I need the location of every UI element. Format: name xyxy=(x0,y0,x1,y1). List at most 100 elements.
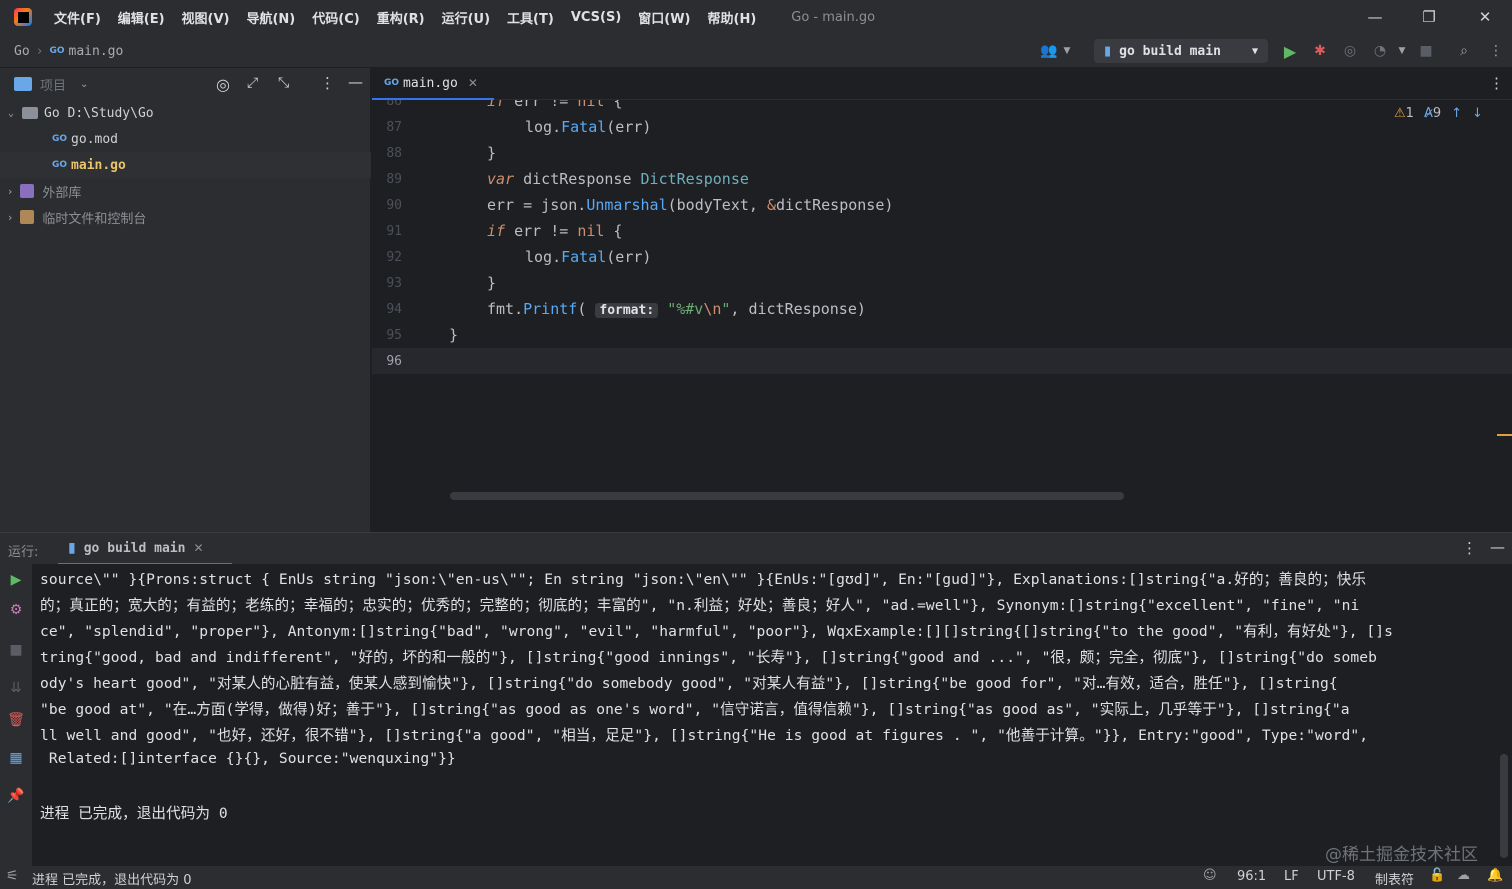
tab-main-go[interactable]: GO main.go ✕ xyxy=(372,68,494,100)
ai-assistant-icon[interactable]: ☺ xyxy=(1203,868,1217,883)
code-with-me-icon[interactable]: 👥 xyxy=(1040,42,1058,60)
code-text: var dictResponse DictResponse xyxy=(487,170,749,188)
menu-file[interactable]: 文件(F) xyxy=(54,8,101,27)
tree-item-label: 外部库 xyxy=(42,185,82,201)
run-config-label: go build main xyxy=(1119,43,1221,59)
tree-item-scratches[interactable]: › 临时文件和控制台 xyxy=(0,204,371,230)
tree-item-go-mod[interactable]: GO go.mod xyxy=(0,126,371,152)
code-line: 87 log.Fatal(err) xyxy=(386,118,652,136)
notifications-icon[interactable]: 🔔 xyxy=(1487,868,1503,883)
stop-icon[interactable]: ■ xyxy=(8,642,24,658)
chevron-down-icon[interactable]: ⌄ xyxy=(80,79,88,90)
profiler-icon[interactable]: ◔ xyxy=(1371,42,1389,60)
search-everywhere-icon[interactable]: ⌕ xyxy=(1455,42,1473,60)
tab-go-build-main[interactable]: ▮ go build main ✕ xyxy=(58,533,232,565)
tree-item-main-go[interactable]: GO main.go xyxy=(0,152,371,178)
menu-help[interactable]: 帮助(H) xyxy=(708,8,757,27)
console-output-line: tring{"good, bad and indifferent", "好的，坏… xyxy=(40,649,1377,666)
status-bar: ⚟ 进程 已完成，退出代码为 0 ☺ 96:1 LF UTF-8 制表符 🔓 ☁… xyxy=(0,866,1512,889)
watermark: @稀土掘金技术社区 xyxy=(1325,845,1478,865)
horizontal-scrollbar[interactable] xyxy=(450,492,1124,500)
console-scrollbar[interactable] xyxy=(1500,754,1508,858)
run-console[interactable]: ▶ ⚙ ■ ⇊ 🗑 ▦ 📌 source\"" }{Prons:struct {… xyxy=(0,564,1512,866)
code-text: log.Fatal(err) xyxy=(525,248,652,266)
menu-view[interactable]: 视图(V) xyxy=(182,8,230,27)
rerun-icon[interactable]: ▶ xyxy=(8,572,24,588)
layout-icon[interactable]: ▦ xyxy=(8,750,24,766)
menu-window[interactable]: 窗口(W) xyxy=(638,8,690,27)
menu-edit[interactable]: 编辑(E) xyxy=(118,8,165,27)
close-window-button[interactable]: ✕ xyxy=(1458,0,1512,34)
project-header: 项目 ⌄ ◎ ⤢ ⤡ ⋮ — xyxy=(0,68,371,100)
tab-options-icon[interactable]: ⋮ xyxy=(1489,74,1504,92)
menu-code[interactable]: 代码(C) xyxy=(312,8,359,27)
close-tab-icon[interactable]: ✕ xyxy=(468,76,478,90)
pin-tab-icon[interactable]: 📌 xyxy=(7,788,24,804)
project-view-label[interactable]: 项目 xyxy=(40,75,66,94)
scratch-icon xyxy=(20,210,35,224)
run-configuration-selector[interactable]: ▮ go build main ▼ xyxy=(1094,39,1268,63)
go-mod-icon: GO xyxy=(52,134,68,144)
locate-file-icon[interactable]: ◎ xyxy=(216,75,230,94)
go-file-icon: GO xyxy=(49,46,65,56)
menu-tools[interactable]: 工具(T) xyxy=(507,8,554,27)
run-icon[interactable]: ▶ xyxy=(1281,42,1299,61)
minimize-button[interactable]: — xyxy=(1348,0,1402,34)
restore-button[interactable]: ❐ xyxy=(1402,0,1456,34)
console-exit-message: 进程 已完成，退出代码为 0 xyxy=(40,805,228,822)
breadcrumb: Go › GO main.go xyxy=(14,34,123,68)
menu-refactor[interactable]: 重构(R) xyxy=(377,8,425,27)
chevron-down-icon[interactable]: ▼ xyxy=(1058,42,1076,60)
hide-panel-icon[interactable]: — xyxy=(1490,538,1505,556)
warning-stripe-marker[interactable] xyxy=(1497,434,1512,436)
menu-vcs[interactable]: VCS(S) xyxy=(571,10,621,25)
options-icon[interactable]: ⋮ xyxy=(320,74,335,92)
code-text: } xyxy=(487,144,497,162)
tree-item-go-root[interactable]: ⌄ Go D:\Study\Go xyxy=(0,100,371,126)
chevron-right-icon[interactable]: › xyxy=(8,185,12,198)
stop-icon[interactable]: ■ xyxy=(1417,42,1435,60)
scroll-to-end-icon[interactable]: ⇊ xyxy=(8,680,24,696)
background-tasks-icon[interactable]: ⚟ xyxy=(6,868,19,884)
tree-item-external-libraries[interactable]: › 外部库 xyxy=(0,178,371,204)
caret-position[interactable]: 96:1 xyxy=(1237,869,1266,884)
close-tab-icon[interactable]: ✕ xyxy=(193,541,203,555)
clear-all-icon[interactable]: 🗑 xyxy=(7,712,25,728)
indent-setting[interactable]: 制表符 xyxy=(1375,869,1414,888)
code-text: if err != nil { xyxy=(487,222,623,240)
code-line: 95 } xyxy=(386,326,459,344)
lock-icon[interactable]: 🔓 xyxy=(1429,868,1445,883)
debug-icon[interactable]: ✱ xyxy=(1311,42,1329,60)
chevron-down-icon: ▼ xyxy=(1251,45,1258,57)
code-editor[interactable]: ⚠1 A̷9 ↑ ↓ 86 if err != nil { 87 log.Fat… xyxy=(372,100,1512,532)
collapse-all-icon[interactable]: ⤡ xyxy=(278,75,289,91)
tree-item-label: 临时文件和控制台 xyxy=(42,211,147,227)
more-actions-icon[interactable]: ⋮ xyxy=(1487,42,1505,60)
window-title: Go - main.go xyxy=(791,9,876,25)
run-tab-label: go build main xyxy=(83,540,186,556)
breadcrumb-file[interactable]: main.go xyxy=(69,44,124,59)
run-options-icon[interactable]: ⋮ xyxy=(1462,539,1477,557)
editor-tab-bar: GO main.go ✕ ⋮ xyxy=(372,68,1512,100)
breadcrumb-root[interactable]: Go xyxy=(14,44,30,59)
file-encoding[interactable]: UTF-8 xyxy=(1317,869,1355,884)
navigation-bar: Go › GO main.go 👥 ▼ ▮ go build main ▼ ▶ … xyxy=(0,34,1512,68)
menu-run[interactable]: 运行(U) xyxy=(442,8,490,27)
code-text: } xyxy=(487,274,497,292)
line-separator[interactable]: LF xyxy=(1284,869,1299,884)
hide-panel-icon[interactable]: — xyxy=(348,73,363,91)
run-with-coverage-icon[interactable]: ◎ xyxy=(1341,42,1359,60)
settings-icon[interactable]: ⚙ xyxy=(8,602,24,618)
run-tool-window-header: 运行: ▮ go build main ✕ ⋮ — xyxy=(0,532,1512,565)
code-line: 94 fmt.Printf( format: "%#v\n", dictResp… xyxy=(386,300,866,318)
go-modules-icon[interactable]: ☁ xyxy=(1457,868,1470,883)
expand-all-icon[interactable]: ⤢ xyxy=(247,75,258,91)
go-file-icon: GO xyxy=(52,160,68,170)
chevron-down-icon[interactable]: ▼ xyxy=(1393,42,1411,60)
go-file-icon: GO xyxy=(384,78,400,88)
tree-item-label: Go D:\Study\Go xyxy=(44,105,154,121)
chevron-down-icon[interactable]: ⌄ xyxy=(8,108,14,119)
console-output-line: ody's heart good", "对某人的心脏有益，使某人感到愉快"}, … xyxy=(40,675,1338,692)
menu-navigate[interactable]: 导航(N) xyxy=(246,8,295,27)
chevron-right-icon[interactable]: › xyxy=(8,211,12,224)
